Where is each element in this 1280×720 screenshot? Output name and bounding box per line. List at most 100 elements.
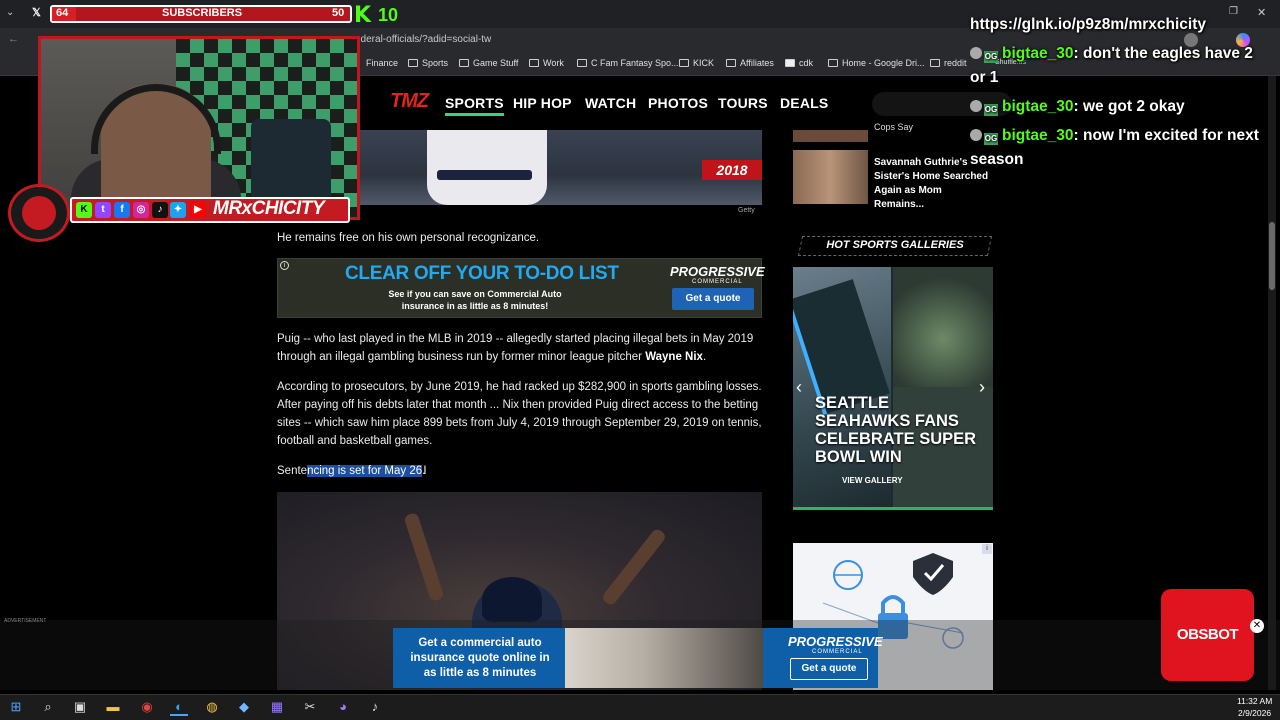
chat-user: bigtae_30 — [1002, 45, 1074, 62]
taskbar — [0, 694, 1280, 720]
instagram-icon: ◎ — [133, 202, 149, 218]
bookmark-game-stuff[interactable]: Game Stuff — [459, 58, 518, 68]
clock-time[interactable]: 11:32 AM — [1237, 696, 1272, 706]
bookmark-google-drive[interactable]: Home - Google Dri... — [828, 58, 925, 68]
kick-count: 10 — [378, 5, 399, 25]
og-badge-icon: OG — [984, 133, 998, 145]
og-badge-icon: OG — [984, 51, 998, 63]
close-icon[interactable]: ✕ — [1250, 619, 1264, 633]
file-explorer-icon[interactable]: ▬ — [104, 698, 122, 716]
gallery-carousel[interactable] — [793, 267, 993, 510]
obsbot-label: OBSBOT — [1176, 626, 1239, 643]
nav-tours[interactable]: TOURS — [718, 95, 768, 111]
bookmark-label: Affiliates — [740, 58, 774, 68]
badge-icon — [970, 129, 982, 141]
app-icon[interactable]: ◆ — [235, 698, 253, 716]
ad-brand: PROGRESSIVE — [788, 634, 883, 649]
bookmark-work[interactable]: Work — [529, 58, 564, 68]
site-icon — [785, 59, 795, 67]
tiktok-taskbar-icon[interactable]: ♪ — [366, 698, 384, 716]
bookmark-kick[interactable]: KICK — [679, 58, 714, 68]
folder-icon — [408, 59, 418, 67]
discord-icon[interactable]: ◕ — [334, 698, 352, 716]
chat-line: OG bigtae_30: now I'm excited for next se… — [970, 124, 1270, 172]
bookmark-label: Game Stuff — [473, 58, 519, 68]
tab-dropdown-icon[interactable]: ⌄ — [6, 7, 14, 18]
bookmark-reddit[interactable]: reddit — [930, 58, 967, 68]
folder-icon — [577, 59, 587, 67]
ad-info-icon[interactable]: i — [280, 261, 289, 270]
ad-quote-button[interactable]: Get a quote — [672, 288, 754, 310]
bookmark-finance[interactable]: Finance — [366, 58, 398, 68]
chat-line: OG bigtae_30: we got 2 okay — [970, 95, 1270, 119]
badge-icon — [970, 47, 982, 59]
chrome-icon[interactable]: ◍ — [203, 698, 221, 716]
paragraph-bold: Wayne Nix — [645, 351, 703, 363]
bookmark-label: Sports — [422, 58, 449, 68]
ad-info-icon[interactable]: i — [982, 544, 992, 554]
arm-shape — [600, 527, 668, 607]
nav-hip-hop[interactable]: HIP HOP — [513, 95, 572, 111]
gallery-title[interactable]: SEATTLE SEAHAWKS FANS CELEBRATE SUPER BO… — [815, 394, 985, 466]
kick-logo-icon: K — [354, 3, 372, 28]
nav-watch[interactable]: WATCH — [585, 95, 636, 111]
bookmark-label: Work — [543, 58, 564, 68]
ad-photo — [565, 628, 763, 688]
x-tab-icon[interactable]: 𝕏 — [32, 6, 41, 19]
folder-icon — [679, 59, 689, 67]
bookmark-label: C Fam Fantasy Spo... — [591, 58, 679, 68]
bookmark-label: reddit — [944, 58, 967, 68]
bookmark-label: Finance — [366, 58, 399, 68]
view-gallery-button[interactable]: VIEW GALLERY — [842, 476, 903, 485]
chat-user: bigtae_30 — [1002, 98, 1074, 115]
twitter-icon: ✦ — [170, 202, 186, 218]
chat-user: bigtae_30 — [1002, 127, 1074, 144]
chat-text: : we got 2 okay — [1073, 98, 1185, 115]
facebook-icon: f — [114, 202, 130, 218]
text-cursor-icon: I — [423, 465, 427, 477]
nav-photos[interactable]: PHOTOS — [648, 95, 708, 111]
obs-icon[interactable]: ◉ — [138, 698, 156, 716]
bookmark-affiliates[interactable]: Affiliates — [726, 58, 774, 68]
ad-subtext: See if you can save on Commercial Auto i… — [388, 289, 562, 311]
gallery-photo — [893, 267, 993, 387]
related-thumb[interactable] — [793, 150, 868, 204]
ad-quote-button[interactable]: Get a quote — [790, 658, 868, 680]
jersey-shape — [427, 130, 547, 205]
paragraph-text: Sente — [277, 465, 308, 477]
folder-icon — [529, 59, 539, 67]
related-title[interactable]: Cops Say — [874, 122, 913, 132]
arm-shape — [403, 512, 445, 602]
related-thumb[interactable] — [793, 130, 868, 142]
bookmark-cdk[interactable]: cdk — [785, 58, 813, 68]
bookmark-c-fam[interactable]: C Fam Fantasy Spo... — [577, 58, 679, 68]
bookmark-label: KICK — [693, 58, 715, 68]
task-view-icon[interactable]: ▣ — [71, 698, 89, 716]
selected-text[interactable]: ncing is set for May 26 — [307, 465, 423, 477]
bookmark-sports[interactable]: Sports — [408, 58, 448, 68]
windows-start-icon[interactable]: ⊞ — [7, 698, 25, 716]
tmz-logo[interactable]: TMZ — [390, 90, 429, 113]
photo-credit: Getty — [738, 207, 755, 214]
nav-deals[interactable]: DEALS — [780, 95, 828, 111]
folder-icon — [930, 59, 940, 67]
year-badge: 2018 — [702, 160, 762, 180]
nav-sports[interactable]: SPORTS — [445, 95, 504, 116]
sub-label: SUBSCRIBERS — [162, 7, 243, 19]
clock-date[interactable]: 2/9/2026 — [1238, 708, 1271, 718]
url-text[interactable]: ederal-officials/?adid=social-tw — [355, 34, 491, 45]
chevron-left-icon[interactable]: ‹ — [796, 377, 802, 398]
ad-label: ADVERTISEMENT — [4, 618, 47, 624]
folder-icon — [459, 59, 469, 67]
streamer-name: MRxCHICITY — [213, 198, 325, 219]
chat-text: https://glnk.io/p9z8m/mrxchicity — [970, 16, 1206, 33]
article-paragraph: Puig -- who last played in the MLB in 20… — [277, 330, 762, 366]
grid-app-icon[interactable]: ▦ — [268, 698, 286, 716]
capcut-icon[interactable]: ✂ — [301, 698, 319, 716]
folder-icon — [726, 59, 736, 67]
search-icon[interactable]: ⌕ — [39, 698, 57, 716]
scrollbar-thumb[interactable] — [1269, 222, 1275, 290]
back-icon[interactable]: ← — [8, 33, 19, 45]
edge-icon[interactable]: ◐ — [170, 698, 188, 716]
twitch-icon: t — [95, 202, 111, 218]
